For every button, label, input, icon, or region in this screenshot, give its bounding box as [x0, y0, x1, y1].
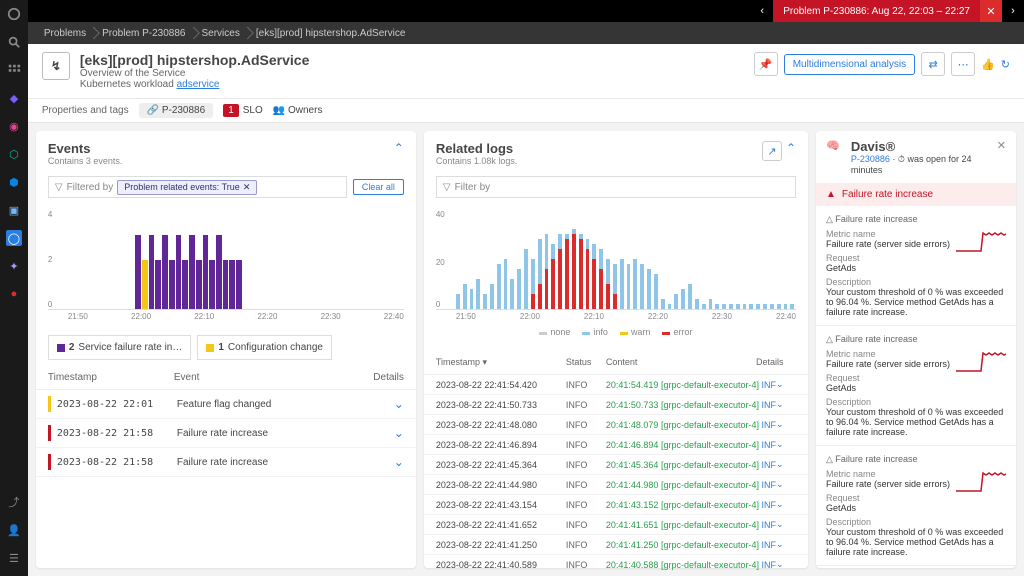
log-row[interactable]: 2023-08-22 22:41:41.652INFO20:41:41.651 …	[424, 515, 808, 535]
workload-link[interactable]: adservice	[177, 79, 220, 90]
log-row[interactable]: 2023-08-22 22:41:44.980INFO20:41:44.980 …	[424, 475, 808, 495]
legend-item[interactable]: 2 Service failure rate in…	[48, 335, 192, 360]
user-icon[interactable]: 👤	[6, 522, 22, 538]
page-subtitle: Overview of the Service	[80, 68, 310, 79]
nav-icon-5[interactable]: ▣	[6, 202, 22, 218]
clear-all-button[interactable]: Clear all	[353, 179, 404, 195]
nav-icon-6[interactable]: ✦	[6, 258, 22, 274]
logs-card: Related logs Contains 1.08k logs. ↗ ⌃ ▽F…	[424, 131, 808, 568]
breadcrumb-item[interactable]: Problems	[36, 28, 94, 39]
breadcrumb-item[interactable]: Services	[194, 28, 248, 39]
log-row[interactable]: 2023-08-22 22:41:46.894INFO20:41:46.894 …	[424, 435, 808, 455]
events-card: Events Contains 3 events. ⌃ ▽Filtered by…	[36, 131, 416, 568]
page-header: ↯ [eks][prod] hipstershop.AdService Over…	[28, 44, 1024, 99]
davis-title: Davis®	[851, 139, 997, 154]
nav-icon-active[interactable]: ◯	[6, 230, 22, 246]
nav-icon-4[interactable]: ⬢	[6, 174, 22, 190]
service-icon: ↯	[42, 52, 70, 80]
remove-chip-icon[interactable]: ✕	[243, 182, 251, 193]
log-row[interactable]: 2023-08-22 22:41:48.080INFO20:41:48.079 …	[424, 415, 808, 435]
properties-tags-link[interactable]: Properties and tags	[42, 105, 129, 116]
breadcrumb: ProblemsProblem P-230886Services[eks][pr…	[28, 22, 1024, 44]
log-row[interactable]: 2023-08-22 22:41:40.589INFO20:41:40.588 …	[424, 555, 808, 575]
filter-chip[interactable]: Problem related events: True ✕	[117, 180, 257, 195]
legend-item[interactable]: 1 Configuration change	[197, 335, 332, 360]
slo-chip[interactable]: 1SLO	[223, 104, 263, 117]
collapse-events-button[interactable]: ⌃	[394, 141, 404, 155]
events-title: Events	[48, 141, 123, 156]
close-davis-button[interactable]: ✕	[997, 139, 1006, 152]
davis-section: △ Failure rate increaseMetric nameFailur…	[816, 326, 1016, 446]
log-row[interactable]: 2023-08-22 22:41:54.420INFO20:41:54.419 …	[424, 375, 808, 395]
settings-icon[interactable]: ☰	[6, 550, 22, 566]
breadcrumb-item[interactable]: [eks][prod] hipstershop.AdService	[248, 28, 414, 39]
prev-problem-button[interactable]: ‹	[751, 0, 773, 22]
davis-section: △ Failure rate increaseMetric nameFailur…	[816, 446, 1016, 566]
apps-icon[interactable]	[6, 62, 22, 78]
problem-banner[interactable]: Problem P-230886: Aug 22, 22:03 – 22:27	[773, 0, 980, 22]
events-filter-input[interactable]: ▽Filtered by Problem related events: Tru…	[48, 176, 347, 198]
logs-chart: 40200	[436, 210, 796, 310]
page-title: [eks][prod] hipstershop.AdService	[80, 52, 310, 68]
davis-section: △ Failure rate increaseMetric nameFailur…	[816, 206, 1016, 326]
nav-icon-1[interactable]: ◆	[6, 90, 22, 106]
events-chart: 420	[48, 210, 404, 310]
multidim-analysis-button[interactable]: Multidimensional analysis	[784, 54, 915, 75]
davis-icon: 🧠	[826, 139, 845, 159]
logo-icon[interactable]	[6, 6, 22, 22]
davis-alert: ▲ Failure rate increase	[816, 183, 1016, 206]
refresh-button[interactable]: ↻	[1001, 58, 1010, 71]
problem-id-chip[interactable]: 🔗 P-230886	[139, 103, 214, 118]
davis-card: 🧠 Davis® P-230886 · ⏱ was open for 24 mi…	[816, 131, 1016, 568]
collapse-logs-button[interactable]: ⌃	[786, 141, 796, 161]
davis-section: △ Failure rate increaseMetric nameFailur…	[816, 566, 1016, 568]
thumbs-up-button[interactable]: 👍	[981, 58, 995, 71]
compare-button[interactable]: ⇄	[921, 52, 945, 76]
topbar: ‹ Problem P-230886: Aug 22, 22:03 – 22:2…	[28, 0, 1024, 22]
search-icon[interactable]	[6, 34, 22, 50]
share-icon[interactable]: ⤴	[6, 494, 22, 510]
close-banner-button[interactable]: ✕	[980, 0, 1002, 22]
open-logs-button[interactable]: ↗	[762, 141, 782, 161]
nav-icon-7[interactable]: ●	[6, 286, 22, 302]
meta-bar: Properties and tags 🔗 P-230886 1SLO 👥 Ow…	[28, 99, 1024, 123]
breadcrumb-item[interactable]: Problem P-230886	[94, 28, 193, 39]
log-row[interactable]: 2023-08-22 22:41:50.733INFO20:41:50.733 …	[424, 395, 808, 415]
log-row[interactable]: 2023-08-22 22:41:41.250INFO20:41:41.250 …	[424, 535, 808, 555]
event-row[interactable]: 2023-08-22 22:01Feature flag changed⌄	[36, 390, 416, 419]
event-row[interactable]: 2023-08-22 21:58Failure rate increase⌄	[36, 448, 416, 477]
next-problem-button[interactable]: ›	[1002, 0, 1024, 22]
logs-filter-input[interactable]: ▽Filter by	[436, 176, 796, 198]
nav-icon-2[interactable]: ◉	[6, 118, 22, 134]
owners-link[interactable]: 👥 Owners	[273, 105, 323, 116]
log-row[interactable]: 2023-08-22 22:41:45.364INFO20:41:45.364 …	[424, 455, 808, 475]
event-row[interactable]: 2023-08-22 21:58Failure rate increase⌄	[36, 419, 416, 448]
more-button[interactable]: ⋯	[951, 52, 975, 76]
log-row[interactable]: 2023-08-22 22:41:43.154INFO20:41:43.152 …	[424, 495, 808, 515]
pin-button[interactable]: 📌	[754, 52, 778, 76]
nav-icon-3[interactable]: ⬡	[6, 146, 22, 162]
left-iconbar: ◆ ◉ ⬡ ⬢ ▣ ◯ ✦ ● ⤴ 👤 ☰	[0, 0, 28, 576]
logs-title: Related logs	[436, 141, 518, 156]
